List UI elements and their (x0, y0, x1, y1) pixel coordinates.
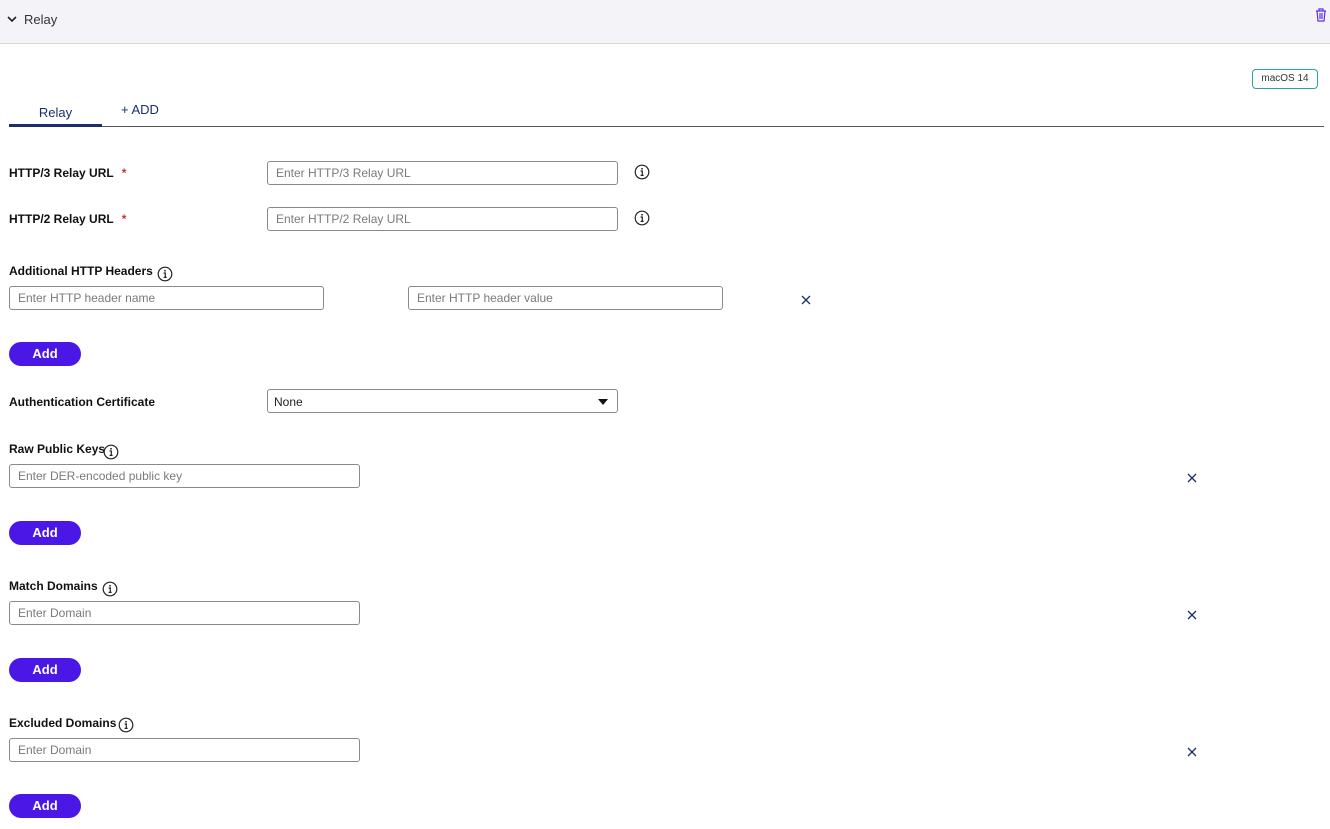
required-marker: * (121, 212, 127, 226)
add-header-button[interactable]: Add (9, 342, 81, 366)
tab-relay[interactable]: Relay (9, 96, 102, 127)
close-icon[interactable] (1187, 473, 1197, 483)
raw-keys-label: Raw Public Keys (9, 442, 106, 456)
http2-label-text: HTTP/2 Relay URL (9, 212, 114, 226)
excluded-domain-input[interactable] (9, 738, 360, 762)
add-raw-key-button[interactable]: Add (9, 521, 81, 545)
trash-icon[interactable] (1314, 7, 1328, 23)
caret-down-icon (598, 399, 608, 405)
section-header: Relay (0, 0, 1330, 44)
tab-add[interactable]: + ADD (121, 96, 159, 126)
excluded-domains-label: Excluded Domains (9, 716, 117, 730)
auth-cert-value: None (274, 395, 303, 409)
add-match-domain-button[interactable]: Add (9, 658, 81, 682)
os-version-badge: macOS 14 (1252, 69, 1318, 89)
header-value-input[interactable] (408, 286, 723, 310)
required-marker: * (121, 166, 127, 180)
info-icon[interactable] (634, 164, 650, 180)
info-icon[interactable] (634, 210, 650, 226)
http2-url-input[interactable] (267, 207, 618, 231)
info-icon[interactable] (157, 266, 173, 282)
chevron-down-icon[interactable] (6, 13, 18, 25)
tab-bar: Relay + ADD (9, 96, 1324, 127)
http3-url-input[interactable] (267, 161, 618, 185)
http2-label: HTTP/2 Relay URL * (9, 212, 126, 226)
close-icon[interactable] (1187, 747, 1197, 757)
auth-cert-label: Authentication Certificate (9, 395, 156, 409)
headers-label: Additional HTTP Headers (9, 264, 153, 278)
add-excluded-domain-button[interactable]: Add (9, 794, 81, 818)
auth-cert-select[interactable]: None (267, 389, 618, 413)
raw-key-input[interactable] (9, 464, 360, 488)
match-domain-input[interactable] (9, 601, 360, 625)
info-icon[interactable] (118, 717, 134, 733)
close-icon[interactable] (1187, 610, 1197, 620)
http3-label-text: HTTP/3 Relay URL (9, 166, 114, 180)
info-icon[interactable] (103, 444, 119, 460)
info-icon[interactable] (102, 581, 118, 597)
header-name-input[interactable] (9, 286, 324, 310)
match-domains-label: Match Domains (9, 579, 98, 593)
close-icon[interactable] (801, 295, 811, 305)
section-title: Relay (24, 12, 58, 27)
http3-label: HTTP/3 Relay URL * (9, 166, 126, 180)
